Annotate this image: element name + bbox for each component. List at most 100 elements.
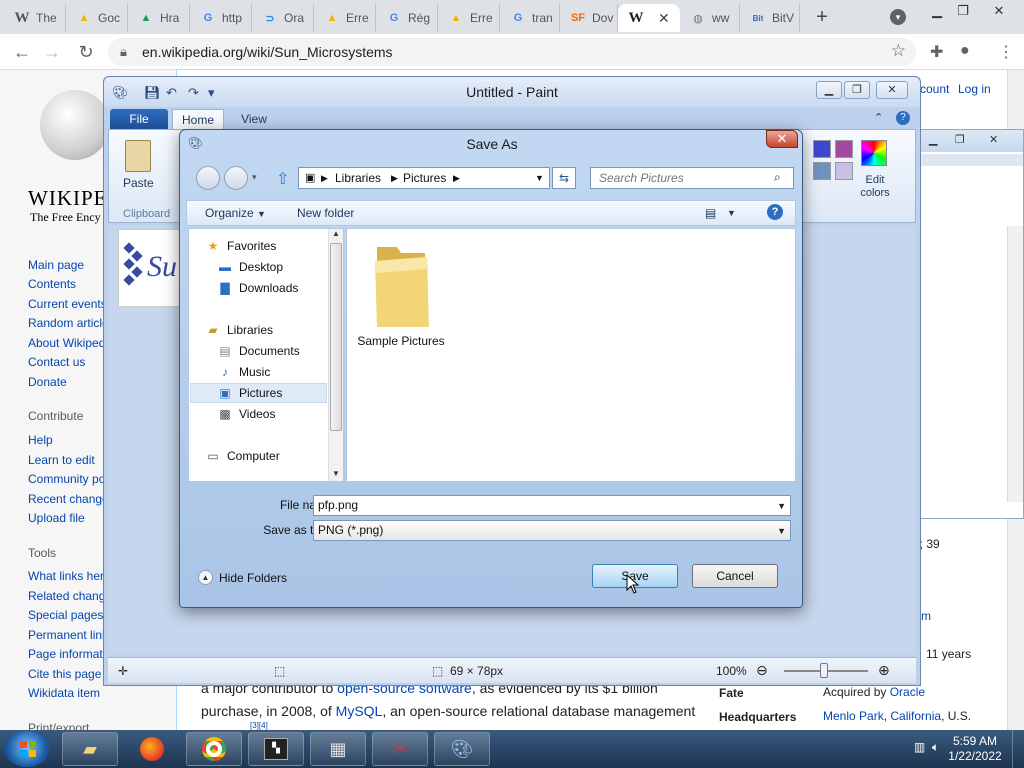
breadcrumb-separator-icon[interactable]: ▶ (453, 173, 460, 184)
tab-home[interactable]: Home (172, 109, 224, 129)
login-link[interactable]: Log in (958, 82, 991, 96)
link-oracle[interactable]: Oracle (890, 685, 925, 699)
nav-contact[interactable]: Contact us (28, 355, 85, 369)
background-window-scrollbar[interactable] (1007, 226, 1023, 502)
navigation-scrollbar[interactable]: ▲ ▼ (328, 229, 343, 481)
snipping-icon[interactable]: ✂︎ (372, 732, 428, 766)
nav-main-page[interactable]: Main page (28, 258, 84, 272)
edit-colors-button[interactable]: Edit colors (857, 174, 893, 200)
color-swatch[interactable] (813, 140, 831, 158)
show-desktop-button[interactable] (1012, 730, 1024, 768)
save-as-type-select[interactable]: PNG (*.png) ▼ (313, 520, 791, 541)
recent-locations-dropdown-icon[interactable]: ▾ (252, 172, 257, 183)
nav-computer[interactable]: ▭ Computer (205, 446, 345, 466)
nav-what-links-here[interactable]: What links here (28, 569, 111, 583)
browser-tab[interactable]: ⊃ Ora (252, 4, 314, 32)
browser-tab[interactable]: Bit BitV (740, 4, 800, 32)
browser-tab[interactable]: ▲ Hra (128, 4, 190, 32)
address-breadcrumb[interactable]: ▣ ▶ Libraries ▶ Pictures ▶ ▼ (298, 167, 550, 189)
paint-titlebar[interactable]: 🎨︎ 💾︎ ↶ ↷ ▾ Untitled - Paint ▁ ❐ ✕ (104, 77, 920, 107)
browser-tab[interactable]: Ghttp (190, 4, 252, 32)
new-folder-button[interactable]: New folder (297, 206, 354, 220)
nav-current-events[interactable]: Current events (28, 297, 107, 311)
nav-help[interactable]: Help (28, 433, 53, 447)
minimize-icon[interactable]: ▁ (929, 133, 937, 146)
wikipedia-globe-logo[interactable] (40, 90, 110, 160)
cancel-button[interactable]: Cancel (692, 564, 778, 588)
link-mysql[interactable]: MySQL (336, 703, 383, 719)
breadcrumb-separator-icon[interactable]: ▶ (391, 173, 398, 184)
network-icon[interactable]: ▥ (914, 740, 925, 754)
explorer-icon[interactable]: ▰ (62, 732, 118, 766)
chevron-down-icon[interactable]: ▼ (727, 208, 736, 218)
start-button[interactable] (4, 731, 50, 767)
browser-tab[interactable]: ▲ Erre (438, 4, 500, 32)
paste-button[interactable]: Paste (123, 176, 154, 190)
maximize-button[interactable]: ❐ (948, 2, 978, 20)
chevron-down-icon[interactable]: ▼ (535, 173, 544, 183)
view-options-icon[interactable]: ▤ (705, 206, 716, 220)
reference-link[interactable]: [3][4] (250, 721, 268, 730)
back-button[interactable]: ← (10, 40, 34, 64)
browser-tab-active[interactable]: W ✕ (618, 4, 680, 32)
file-name-field[interactable]: pfp.png ▼ (313, 495, 791, 516)
browser-tab[interactable]: ▲ Erre (314, 4, 376, 32)
clock[interactable]: 5:59 AM 1/22/2022 (946, 734, 1004, 764)
color-swatch[interactable] (835, 140, 853, 158)
link-california[interactable]: California (890, 709, 941, 723)
tab-view[interactable]: View (232, 109, 276, 129)
maximize-icon[interactable]: ❐ (955, 133, 965, 146)
nav-donate[interactable]: Donate (28, 375, 67, 389)
browser-tab[interactable]: SF Dov (560, 4, 618, 32)
browser-tab[interactable]: W The (4, 4, 66, 32)
lock-icon[interactable]: 🔒︎ (120, 44, 127, 60)
create-account-link[interactable]: count (920, 82, 949, 96)
search-icon[interactable]: ⌕ (774, 170, 781, 185)
color-swatch[interactable] (813, 162, 831, 180)
paste-icon[interactable] (125, 140, 151, 172)
chrome-icon[interactable] (186, 732, 242, 766)
help-icon[interactable]: ? (767, 204, 783, 220)
firefox-icon[interactable] (124, 732, 180, 766)
profile-avatar-icon[interactable]: ● (960, 42, 970, 60)
scroll-down-icon[interactable]: ▼ (332, 469, 340, 478)
nav-permanent-link[interactable]: Permanent link (28, 628, 108, 642)
background-window-titlebar[interactable]: ▁ ❐ ✕ (921, 130, 1023, 152)
paint-minimize-button[interactable]: ▁ (816, 81, 842, 99)
nav-random-article[interactable]: Random article (28, 316, 109, 330)
forward-button[interactable]: → (40, 40, 64, 64)
nav-upload-file[interactable]: Upload file (28, 511, 85, 525)
nav-learn-to-edit[interactable]: Learn to edit (28, 453, 95, 467)
chevron-down-icon[interactable]: ▼ (777, 522, 786, 541)
zoom-out-icon[interactable]: ⊖ (756, 662, 768, 679)
nav-pictures[interactable]: ▣ Pictures (190, 383, 327, 403)
address-bar[interactable]: 🔒︎ en.wikipedia.org/wiki/Sun_Microsystem… (108, 38, 916, 66)
drawing-canvas[interactable]: Su (118, 229, 188, 307)
dialog-close-button[interactable]: ✕ (766, 130, 798, 148)
nav-contents[interactable]: Contents (28, 277, 76, 291)
volume-icon[interactable]: 🔈︎ (932, 740, 939, 755)
breadcrumb-separator-icon[interactable]: ▶ (321, 173, 328, 184)
close-window-button[interactable]: ✕ (984, 2, 1014, 20)
search-input[interactable] (590, 167, 794, 189)
nav-favorites[interactable]: ★ Favorites (205, 236, 345, 256)
extensions-icon[interactable]: ✚ (930, 42, 943, 62)
chevron-down-icon[interactable]: ▼ (777, 497, 786, 516)
nav-special-pages[interactable]: Special pages (28, 608, 103, 622)
browser-tab[interactable]: ◍ ww (680, 4, 740, 32)
terminal-icon[interactable]: ▚ (248, 732, 304, 766)
hide-folders-button[interactable]: ▲ Hide Folders (198, 570, 287, 585)
edit-colors-icon[interactable] (861, 140, 887, 166)
breadcrumb-libraries[interactable]: Libraries (335, 171, 381, 185)
up-arrow-icon[interactable]: ⇧ (276, 169, 289, 189)
nav-recent-changes[interactable]: Recent changes (28, 492, 115, 506)
browser-tab[interactable]: Gtran (500, 4, 560, 32)
new-tab-button[interactable]: + (812, 6, 832, 28)
reload-button[interactable]: ↻ (74, 40, 98, 64)
tab-search-icon[interactable]: ▾ (890, 9, 906, 25)
scroll-thumb[interactable] (330, 243, 342, 431)
paint-maximize-button[interactable]: ❐ (844, 81, 870, 99)
help-icon[interactable]: ? (896, 111, 910, 125)
installer-icon[interactable]: ▦ (310, 732, 366, 766)
ribbon-collapse-icon[interactable]: ⌃ (874, 111, 883, 124)
